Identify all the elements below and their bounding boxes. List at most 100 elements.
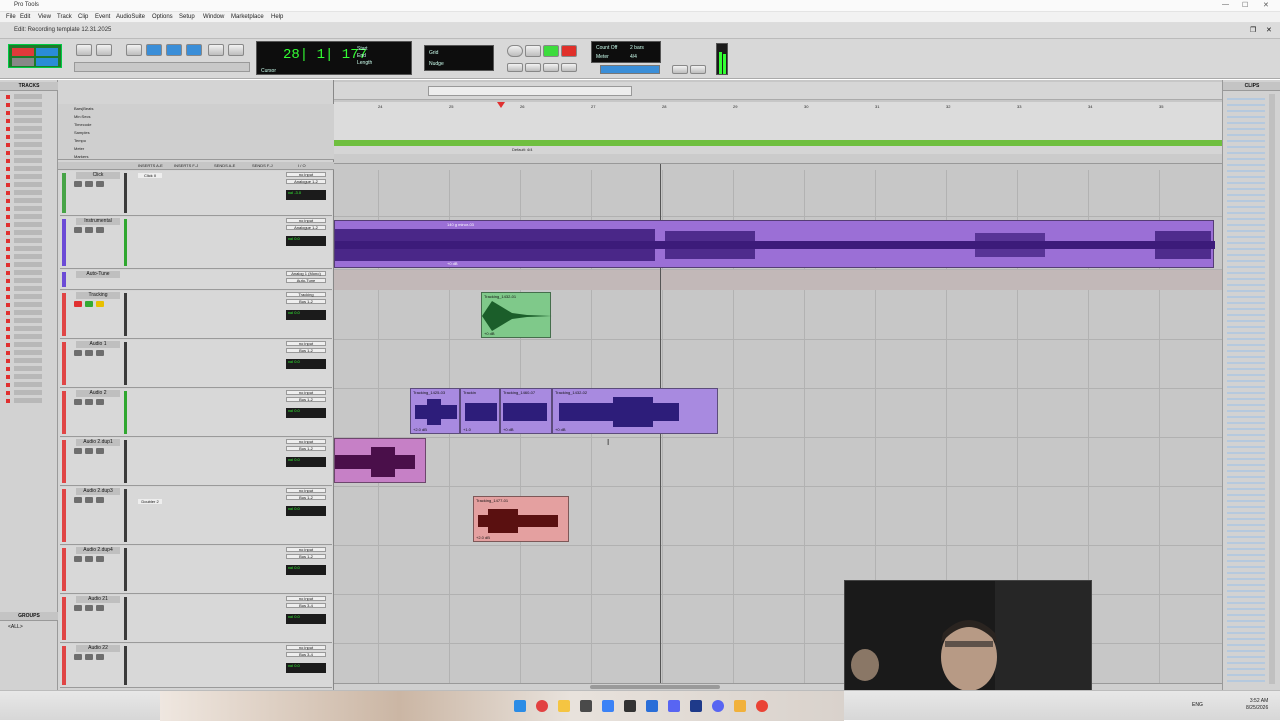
menu-file[interactable]: File [6, 14, 16, 20]
track-list-item[interactable] [6, 142, 46, 148]
close-icon[interactable]: ✕ [1263, 1, 1269, 9]
clip-tracking-1432-02[interactable]: Tracking_1432-02 +0 dB [552, 388, 718, 434]
count-off-display[interactable]: Count Off 2 bars Meter 4/4 [591, 41, 661, 63]
zoomer-tool-icon[interactable] [126, 44, 142, 56]
track-list-item[interactable] [6, 262, 46, 268]
return-to-zero-button[interactable] [543, 63, 559, 72]
output-selector[interactable]: Bus 3-4 [286, 603, 326, 608]
track-list-item[interactable] [6, 126, 46, 132]
track-header-audio2[interactable]: Audio 2 no input Bus 1-2 vol 0.0 [60, 389, 332, 437]
input-selector[interactable]: no input [286, 390, 326, 395]
track-list-item[interactable] [6, 390, 46, 396]
clips-scrollbar[interactable] [1269, 94, 1275, 684]
track-list-item[interactable] [6, 222, 46, 228]
track-header-audio1[interactable]: Audio 1 no input Bus 1-2 vol 0.0 [60, 340, 332, 388]
shield-icon[interactable] [536, 700, 548, 712]
restore-icon[interactable]: ❐ [1250, 26, 1256, 34]
track-buttons[interactable] [74, 227, 122, 233]
track-header-instrumental[interactable]: Instrumental no input Analogue 1-2 vol 0… [60, 217, 332, 269]
input-selector[interactable]: no input [286, 218, 326, 223]
go-to-end-button[interactable] [561, 63, 577, 72]
track-list-item[interactable] [6, 190, 46, 196]
overview-visible-range[interactable] [428, 86, 632, 96]
clips-list-header[interactable]: CLIPS [1223, 82, 1280, 91]
app-icon[interactable] [646, 700, 658, 712]
volume-pan[interactable]: vol -3.0 [286, 190, 326, 200]
output-selector[interactable]: Analogue 1-2 [286, 179, 326, 184]
groups-all-item[interactable]: <ALL> [8, 624, 23, 630]
clips-list[interactable] [1227, 94, 1265, 684]
pro-tools-icon[interactable] [580, 700, 592, 712]
record-button[interactable] [561, 45, 577, 57]
rulers[interactable]: 24 25 26 27 28 29 30 31 32 33 34 35 [334, 102, 1222, 140]
shuffle-icon[interactable] [12, 48, 34, 56]
track-buttons[interactable] [74, 605, 122, 611]
input-selector[interactable]: no input [286, 341, 326, 346]
volume-pan[interactable]: vol 0.0 [286, 565, 326, 575]
track-header-audio2-dup3[interactable]: Audio 2.dup3 Doubler 2 no input Bus 1-2 … [60, 487, 332, 545]
volume-pan[interactable]: vol 0.0 [286, 663, 326, 673]
menu-help[interactable]: Help [271, 14, 283, 20]
track-list-item[interactable] [6, 158, 46, 164]
volume-pan[interactable]: vol 0.0 [286, 457, 326, 467]
menu-audiosuite[interactable]: AudioSuite [116, 14, 145, 20]
track-list-item[interactable] [6, 326, 46, 332]
track-list-item[interactable] [6, 182, 46, 188]
clip-tracking-1477-01[interactable]: Tracking_1477-01 +2.0 dB [473, 496, 569, 542]
volume-pan[interactable]: vol 0.0 [286, 236, 326, 246]
main-counter[interactable]: 28| 1| 177 Start End Length Cursor [256, 41, 412, 75]
midi-buttons[interactable] [600, 65, 660, 74]
rewind-button[interactable] [507, 63, 523, 72]
output-selector[interactable]: Analogue 1-2 [286, 225, 326, 230]
scrollbar-thumb[interactable] [590, 685, 720, 689]
track-name[interactable]: Auto-Tune [76, 271, 120, 278]
slip-icon[interactable] [36, 48, 58, 56]
zoom-out-icon[interactable] [96, 44, 112, 56]
clip-trackin[interactable]: Trackin +1.0 [460, 388, 500, 434]
track-buttons[interactable] [74, 448, 122, 454]
grid-nudge-counter[interactable]: Grid Nudge [424, 45, 494, 71]
app-icon[interactable] [602, 700, 614, 712]
loop-button[interactable] [672, 65, 688, 74]
session-overview[interactable] [334, 82, 1222, 100]
track-buttons[interactable] [74, 497, 122, 503]
clip-tracking-1460-07[interactable]: Tracking_1460-07 +0 dB [500, 388, 552, 434]
track-name[interactable]: Click [76, 172, 120, 179]
minimize-icon[interactable]: — [1222, 1, 1229, 8]
track-header-audio22[interactable]: Audio 22 no input Bus 3-4 vol 0.0 [60, 644, 332, 688]
volume-pan[interactable]: vol 0.0 [286, 359, 326, 369]
track-list-item[interactable] [6, 398, 46, 404]
folder-icon[interactable] [558, 700, 570, 712]
insert-slot[interactable]: Doubler 2 [138, 499, 162, 504]
output-selector[interactable]: Bus 1-2 [286, 397, 326, 402]
track-list-item[interactable] [6, 246, 46, 252]
stop-button[interactable] [525, 45, 541, 57]
track-list-item[interactable] [6, 102, 46, 108]
track-list-item[interactable] [6, 270, 46, 276]
output-selector[interactable]: Bus 1-2 [286, 299, 326, 304]
clip-instrumental[interactable]: 140 g minor-03 +0 dB [334, 220, 1215, 268]
track-list-item[interactable] [6, 366, 46, 372]
track-list-item[interactable] [6, 302, 46, 308]
spot-icon[interactable] [12, 58, 34, 66]
search-icon[interactable] [514, 700, 526, 712]
track-list-item[interactable] [6, 118, 46, 124]
track-list-item[interactable] [6, 174, 46, 180]
selector-tool-icon[interactable] [166, 44, 182, 56]
pencil-tool-icon[interactable] [228, 44, 244, 56]
track-list-item[interactable] [6, 214, 46, 220]
menu-view[interactable]: View [38, 14, 51, 20]
input-selector[interactable]: no input [286, 439, 326, 444]
clip-tracking-1425-03[interactable]: Tracking_1425-03 +2.0 dB [410, 388, 460, 434]
track-name[interactable]: Audio 21 [76, 596, 120, 603]
grabber-tool-icon[interactable] [186, 44, 202, 56]
track-list-item[interactable] [6, 150, 46, 156]
input-selector[interactable]: Tracking [286, 292, 326, 297]
insert-slot[interactable]: Click II [138, 173, 162, 178]
play-button[interactable] [543, 45, 559, 57]
track-header-audio2-dup4[interactable]: Audio 2.dup4 no input Bus 1-2 vol 0.0 [60, 546, 332, 594]
close-edit-icon[interactable]: ✕ [1266, 26, 1272, 34]
input-selector[interactable]: no input [286, 645, 326, 650]
track-name[interactable]: Instrumental [76, 218, 120, 225]
track-list-item[interactable] [6, 318, 46, 324]
